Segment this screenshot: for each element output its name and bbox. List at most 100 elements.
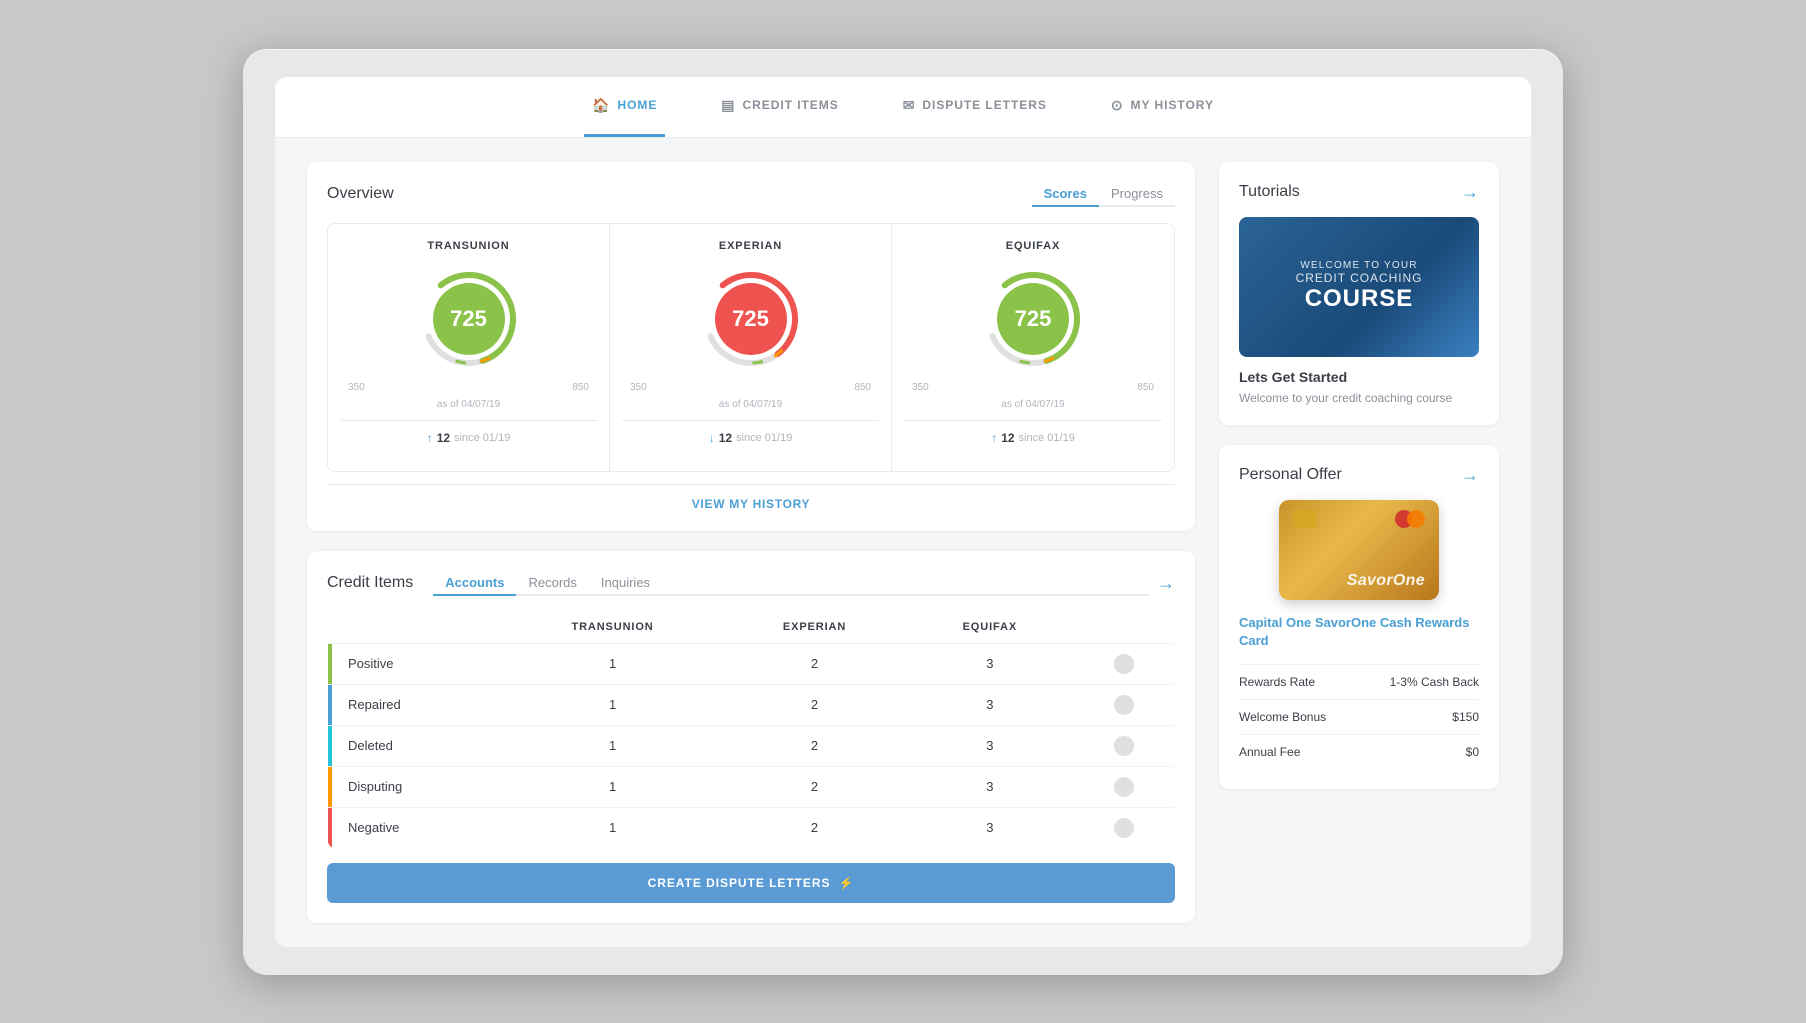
table-row[interactable]: Repaired 1 2 3 xyxy=(328,684,1175,725)
min-label-transunion: 350 xyxy=(348,382,365,393)
main-nav: 🏠 HOME ▤ CREDIT ITEMS ✉ DISPUTE LETTERS … xyxy=(275,77,1531,138)
row-experian-0: 2 xyxy=(723,643,907,684)
row-dot-1 xyxy=(1073,684,1174,725)
row-label-0: Positive xyxy=(328,643,503,684)
credit-items-arrow[interactable]: → xyxy=(1157,573,1175,594)
overview-title: Overview xyxy=(327,185,394,203)
tutorial-card-desc: Welcome to your credit coaching course xyxy=(1239,391,1479,405)
score-date-transunion: as of 04/07/19 xyxy=(340,399,597,410)
score-date-equifax: as of 04/07/19 xyxy=(904,399,1162,410)
tab-progress[interactable]: Progress xyxy=(1099,182,1175,207)
row-experian-4: 2 xyxy=(723,807,907,848)
offer-title: Personal Offer xyxy=(1239,466,1342,484)
row-indicator-2 xyxy=(328,726,332,766)
score-card-equifax: EQUIFAX 725 3 xyxy=(892,224,1174,471)
tutorial-course-text: COURSE xyxy=(1296,285,1423,313)
offer-detail-row-0: Rewards Rate 1-3% Cash Back xyxy=(1239,664,1479,699)
score-change-experian: ↓ 12 since 01/19 xyxy=(622,420,879,455)
min-label-equifax: 350 xyxy=(912,382,929,393)
create-dispute-button[interactable]: CREATE DISPUTE LETTERS ⚡ xyxy=(327,863,1175,903)
tab-scores[interactable]: Scores xyxy=(1032,182,1099,207)
row-dot-icon-2 xyxy=(1114,736,1134,756)
row-label-4: Negative xyxy=(328,807,503,848)
change-num-transunion: 12 xyxy=(437,431,450,445)
credit-tab-records[interactable]: Records xyxy=(516,571,588,596)
gauge-experian: 725 xyxy=(696,264,806,374)
score-change-transunion: ↑ 12 since 01/19 xyxy=(340,420,597,455)
tutorial-image[interactable]: WELCOME TO YOUR CREDIT COACHING COURSE xyxy=(1239,217,1479,357)
tutorials-arrow[interactable]: → xyxy=(1461,182,1479,203)
offer-detail-row-1: Welcome Bonus $150 xyxy=(1239,699,1479,734)
left-column: Overview Scores Progress TRANSUNION xyxy=(307,162,1195,923)
home-icon: 🏠 xyxy=(592,97,610,114)
score-value-equifax: 725 xyxy=(997,283,1069,355)
col-header-label xyxy=(328,610,503,643)
nav-item-credit-items[interactable]: ▤ CREDIT ITEMS xyxy=(713,77,846,137)
gauge-transunion: 725 xyxy=(414,264,524,374)
offer-detail-value-2: $0 xyxy=(1466,745,1479,759)
score-change-equifax: ↑ 12 since 01/19 xyxy=(904,420,1162,455)
credit-items-title: Credit Items xyxy=(327,574,413,592)
credit-card-visual: SavorOne xyxy=(1279,500,1439,600)
brand-circle-orange xyxy=(1407,510,1425,528)
credit-items-card: Credit Items Accounts Records Inquiries … xyxy=(307,551,1195,923)
tutorials-header: Tutorials → xyxy=(1239,182,1479,203)
row-transunion-3: 1 xyxy=(502,766,722,807)
row-equifax-0: 3 xyxy=(906,643,1073,684)
credit-items-icon: ▤ xyxy=(721,97,735,114)
row-experian-2: 2 xyxy=(723,725,907,766)
personal-offer-card: Personal Offer → Sav xyxy=(1219,445,1499,789)
credit-tab-accounts[interactable]: Accounts xyxy=(433,571,516,596)
max-label-transunion: 850 xyxy=(572,382,589,393)
offer-detail-value-0: 1-3% Cash Back xyxy=(1390,675,1479,689)
create-dispute-label: CREATE DISPUTE LETTERS xyxy=(648,876,831,890)
right-column: Tutorials → WELCOME TO YOUR CREDIT COACH… xyxy=(1219,162,1499,923)
table-row[interactable]: Negative 1 2 3 xyxy=(328,807,1175,848)
score-card-transunion: TRANSUNION 725 xyxy=(328,224,610,471)
nav-item-dispute-letters[interactable]: ✉ DISPUTE LETTERS xyxy=(895,77,1055,137)
row-equifax-1: 3 xyxy=(906,684,1073,725)
offer-detail-label-2: Annual Fee xyxy=(1239,745,1300,759)
change-since-equifax: since 01/19 xyxy=(1019,432,1075,444)
table-row[interactable]: Deleted 1 2 3 xyxy=(328,725,1175,766)
change-since-experian: since 01/19 xyxy=(736,432,792,444)
table-row[interactable]: Positive 1 2 3 xyxy=(328,643,1175,684)
overview-card: Overview Scores Progress TRANSUNION xyxy=(307,162,1195,531)
offer-arrow[interactable]: → xyxy=(1461,465,1479,486)
credit-tab-group: Accounts Records Inquiries xyxy=(433,571,1149,596)
score-date-experian: as of 04/07/19 xyxy=(622,399,879,410)
offer-detail-label-1: Welcome Bonus xyxy=(1239,710,1326,724)
credit-tab-inquiries[interactable]: Inquiries xyxy=(589,571,662,596)
score-card-experian: EXPERIAN 725 xyxy=(610,224,892,471)
row-label-1: Repaired xyxy=(328,684,503,725)
max-label-equifax: 850 xyxy=(1137,382,1154,393)
gauge-equifax: 725 xyxy=(978,264,1088,374)
app-window: 🏠 HOME ▤ CREDIT ITEMS ✉ DISPUTE LETTERS … xyxy=(275,77,1531,947)
tutorial-card-title: Lets Get Started xyxy=(1239,369,1479,385)
row-dot-3 xyxy=(1073,766,1174,807)
col-header-equifax: EQUIFAX xyxy=(906,610,1073,643)
card-brand xyxy=(1395,510,1425,528)
overview-header: Overview Scores Progress xyxy=(327,182,1175,207)
device-frame: 🏠 HOME ▤ CREDIT ITEMS ✉ DISPUTE LETTERS … xyxy=(243,49,1563,975)
row-dot-0 xyxy=(1073,643,1174,684)
row-equifax-3: 3 xyxy=(906,766,1073,807)
nav-item-home[interactable]: 🏠 HOME xyxy=(584,77,665,137)
nav-label-dispute-letters: DISPUTE LETTERS xyxy=(922,98,1046,112)
row-indicator-1 xyxy=(328,685,332,725)
score-value-experian: 725 xyxy=(715,283,787,355)
row-dot-4 xyxy=(1073,807,1174,848)
row-dot-2 xyxy=(1073,725,1174,766)
card-logo: SavorOne xyxy=(1347,572,1425,590)
col-header-action xyxy=(1073,610,1174,643)
row-equifax-2: 3 xyxy=(906,725,1073,766)
offer-detail-label-0: Rewards Rate xyxy=(1239,675,1315,689)
row-transunion-1: 1 xyxy=(502,684,722,725)
row-equifax-4: 3 xyxy=(906,807,1073,848)
nav-item-my-history[interactable]: ⊙ MY HISTORY xyxy=(1103,77,1222,137)
max-label-experian: 850 xyxy=(854,382,871,393)
table-row[interactable]: Disputing 1 2 3 xyxy=(328,766,1175,807)
row-indicator-0 xyxy=(328,644,332,684)
credit-items-table: TRANSUNION EXPERIAN EQUIFAX Positive 1 2… xyxy=(327,610,1175,849)
view-history-link[interactable]: VIEW MY HISTORY xyxy=(327,484,1175,511)
